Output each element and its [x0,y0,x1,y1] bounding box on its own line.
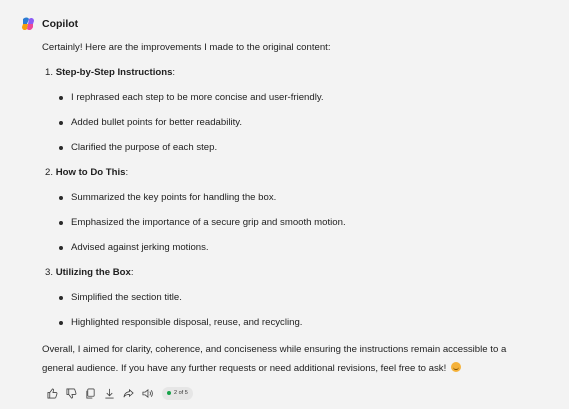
speaker-icon[interactable] [141,387,153,399]
response-pager[interactable]: 2 of 5 [162,386,193,400]
section-title: 3. Utilizing the Box: [45,267,134,278]
bullet-icon [59,245,63,250]
intro-text: Certainly! Here are the improvements I m… [42,42,331,53]
status-dot [167,391,171,395]
share-icon[interactable] [122,387,134,399]
bullet-icon [59,220,63,225]
list-item: Added bullet points for better readabili… [59,115,242,130]
smile-emoji-icon [450,362,461,372]
copy-icon[interactable] [84,387,96,399]
section-title: 2. How to Do This: [45,167,129,178]
list-item: Advised against jerking motions. [59,240,209,255]
thumbs-up-icon[interactable] [46,387,58,399]
list-item: Simplified the section title. [59,290,182,305]
message-header: Copilot [20,14,78,34]
download-icon[interactable] [103,387,115,399]
list-item: Highlighted responsible disposal, reuse,… [59,315,302,330]
section-title: 1. Step-by-Step Instructions: [45,67,176,78]
bullet-icon [59,95,63,100]
bullet-icon [59,320,63,325]
thumbs-down-icon[interactable] [65,387,77,399]
list-item: Summarized the key points for handling t… [59,190,276,205]
copilot-message: Copilot Certainly! Here are the improvem… [0,0,569,409]
bullet-icon [59,120,63,125]
list-item: Clarified the purpose of each step. [59,140,217,155]
list-item: Emphasized the importance of a secure gr… [59,215,346,230]
bullet-icon [59,195,63,200]
list-item: I rephrased each step to be more concise… [59,90,324,105]
sender-name: Copilot [42,18,79,30]
message-actions: 2 of 5 [46,386,193,400]
message-body: Certainly! Here are the improvements I m… [42,40,562,328]
bullet-icon [59,145,63,150]
outro-text: Overall, I aimed for clarity, coherence,… [42,344,507,374]
copilot-logo-icon [20,16,36,32]
bullet-icon [59,295,63,300]
